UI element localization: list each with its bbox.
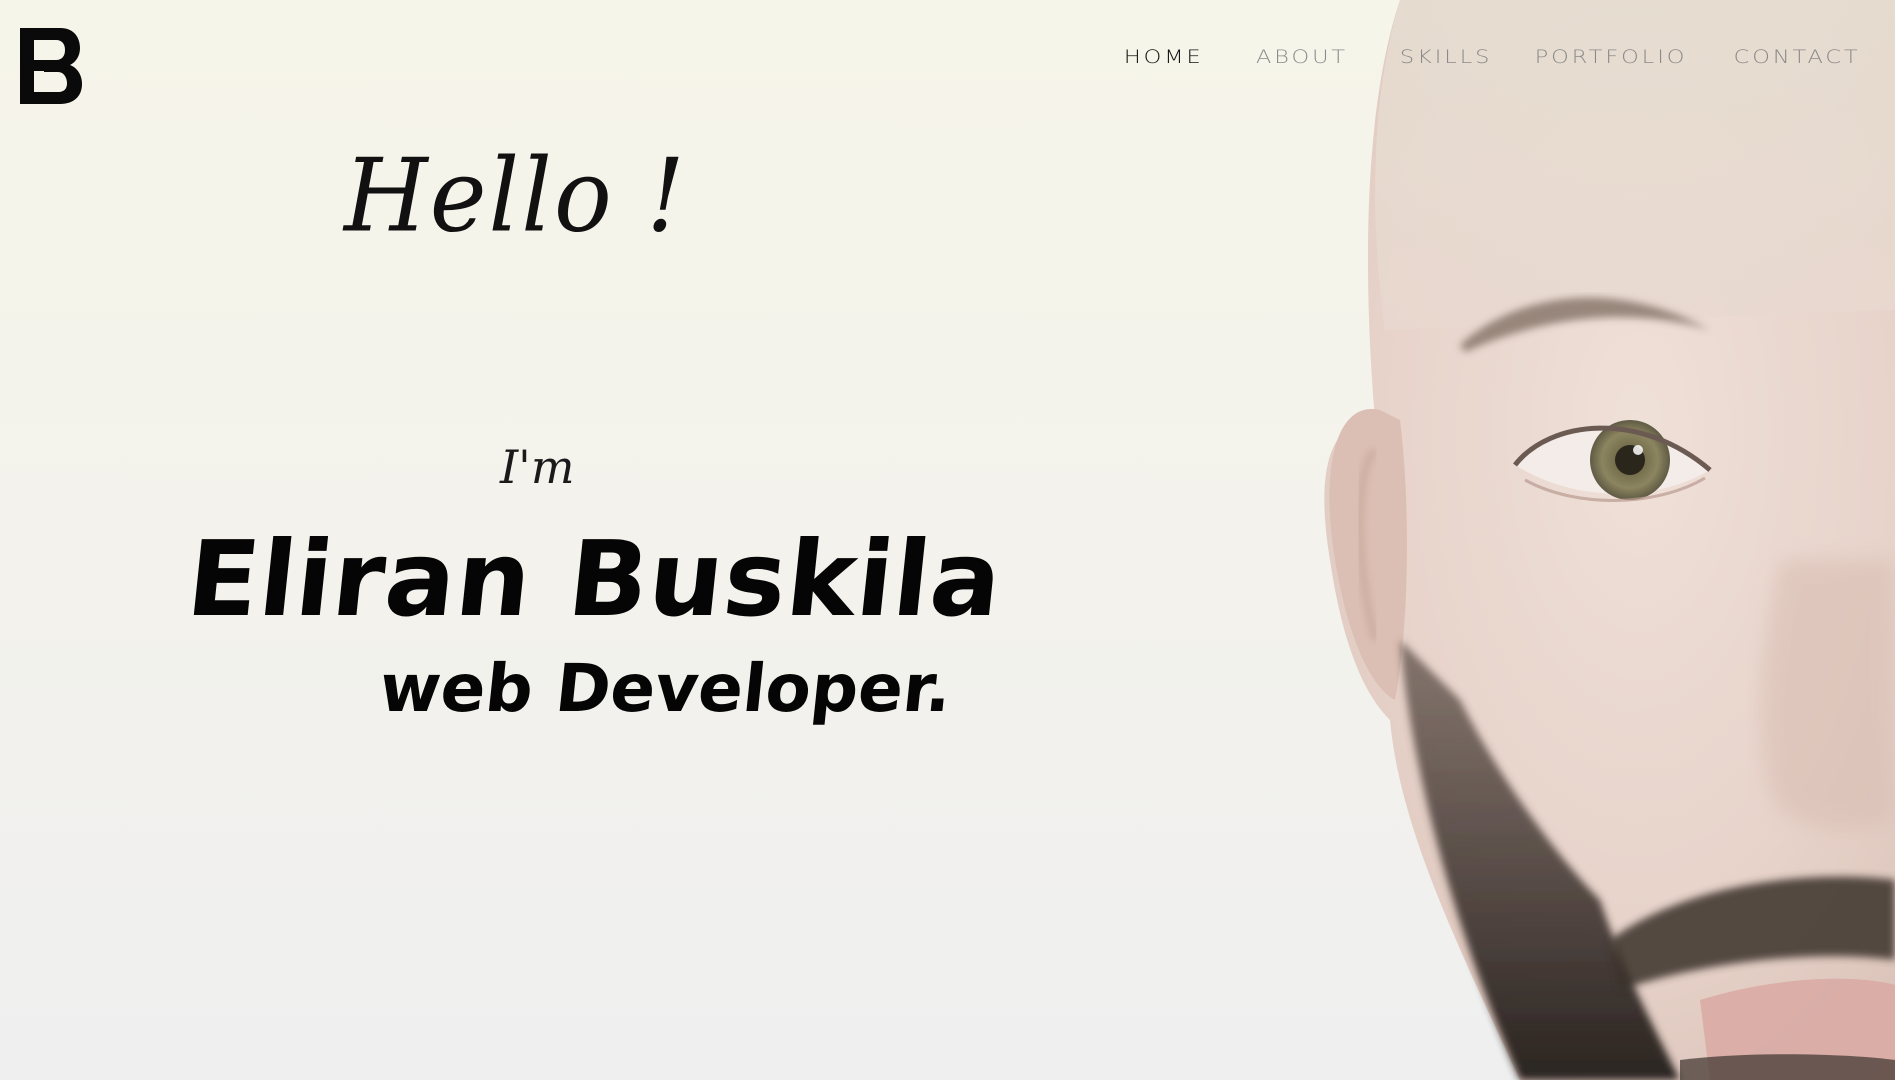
nav-portfolio[interactable]: PORTFOLIO (1535, 46, 1688, 68)
portrait-image (1324, 0, 1895, 1080)
main-nav: HOME ABOUT SKILLS PORTFOLIO CONTACT (1070, 46, 1861, 68)
nav-skills[interactable]: SKILLS (1400, 46, 1492, 68)
hero-section: HOME ABOUT SKILLS PORTFOLIO CONTACT Hell… (0, 0, 1895, 1080)
nav-contact[interactable]: CONTACT (1734, 46, 1861, 68)
greeting-heading: Hello ! (344, 137, 687, 255)
intro-text: I'm (500, 440, 575, 494)
name-heading: Eliran Buskila (181, 518, 1009, 640)
role-subheading: web Developer. (375, 650, 956, 727)
nav-home[interactable]: HOME (1124, 46, 1204, 68)
eb-monogram-logo[interactable] (20, 26, 82, 106)
nav-about[interactable]: ABOUT (1256, 46, 1348, 68)
